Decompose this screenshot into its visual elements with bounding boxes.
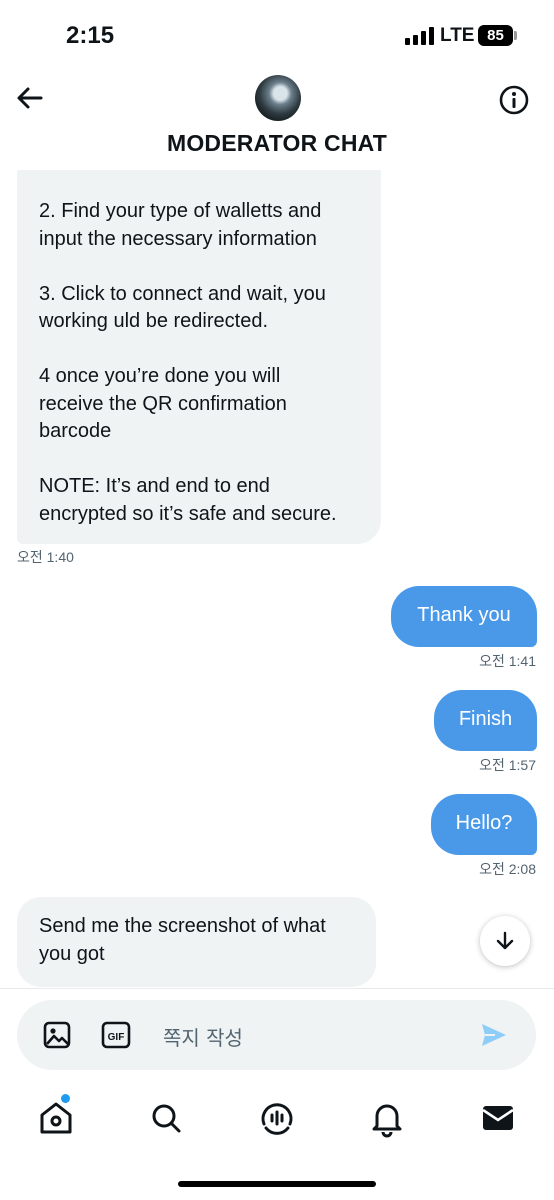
chat-header: MODERATOR CHAT [0, 70, 554, 170]
message-text: 2. Find your type of walletts and input … [39, 200, 337, 525]
gif-icon: GIF [101, 1021, 131, 1049]
info-icon [499, 85, 529, 115]
scroll-down-button[interactable] [480, 916, 530, 966]
battery-level: 85 [487, 27, 504, 44]
search-icon [152, 1104, 181, 1133]
message-bubble-outgoing[interactable]: Hello? [431, 794, 537, 855]
message-bubble-outgoing[interactable]: Finish [434, 690, 537, 751]
arrow-down-icon [496, 931, 514, 950]
message-text: Send me the screenshot of what you got [39, 915, 326, 965]
message-timestamp: 오전 1:41 [479, 653, 536, 669]
bottom-tab-bar [0, 1090, 554, 1150]
message-timestamp: 오전 1:57 [479, 757, 536, 773]
battery-icon: 85 [478, 25, 517, 46]
bell-icon [372, 1104, 402, 1138]
svg-text:GIF: GIF [108, 1032, 125, 1043]
tab-home[interactable] [36, 1098, 76, 1138]
message-bubble-outgoing[interactable]: Thank you [391, 586, 537, 647]
signal-icon [405, 27, 435, 45]
tab-notifications[interactable] [367, 1098, 407, 1138]
spaces-icon [261, 1103, 293, 1135]
tab-spaces[interactable] [257, 1098, 297, 1138]
message-bubble-incoming[interactable]: Send me the screenshot of what you got [17, 897, 376, 987]
message-input[interactable]: 쪽지 작성 [163, 1022, 243, 1051]
network-type: LTE [440, 25, 475, 46]
mail-icon [482, 1106, 514, 1130]
add-image-button[interactable] [42, 1020, 72, 1050]
message-bubble-incoming[interactable]: 2. Find your type of walletts and input … [17, 150, 381, 544]
back-button[interactable] [14, 82, 46, 114]
message-timestamp: 오전 1:40 [17, 549, 74, 565]
home-notification-dot [61, 1094, 70, 1103]
page-title: MODERATOR CHAT [166, 130, 387, 156]
avatar[interactable] [255, 75, 301, 121]
status-time: 2:15 [66, 22, 115, 49]
message-text: Hello? [455, 812, 513, 834]
send-icon [482, 1024, 506, 1046]
message-composer: GIF 쪽지 작성 [17, 1000, 536, 1070]
tab-messages[interactable] [478, 1098, 518, 1138]
home-icon [40, 1102, 72, 1134]
composer-divider [0, 988, 554, 989]
message-timestamp: 오전 2:08 [479, 861, 536, 877]
add-gif-button[interactable]: GIF [101, 1020, 131, 1050]
status-bar: 2:15 LTE 85 [0, 0, 554, 70]
image-icon [43, 1021, 71, 1049]
home-indicator [178, 1181, 376, 1187]
info-button[interactable] [498, 84, 530, 116]
message-text: Thank you [417, 604, 511, 626]
message-text: Finish [458, 708, 513, 730]
arrow-left-icon [17, 87, 43, 109]
send-button[interactable] [479, 1020, 509, 1050]
tab-search[interactable] [146, 1098, 186, 1138]
